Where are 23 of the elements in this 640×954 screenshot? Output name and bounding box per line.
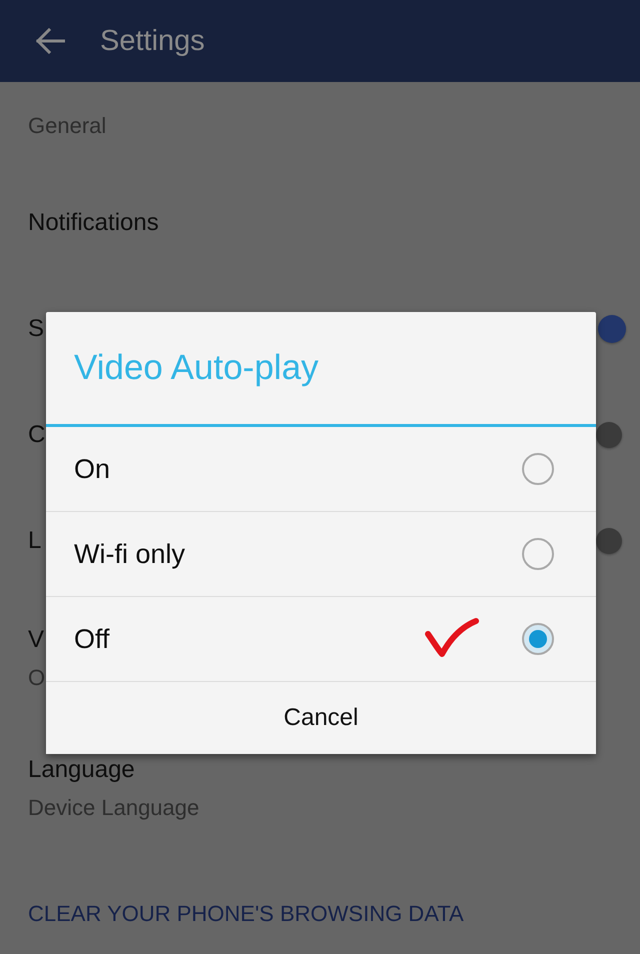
- section-header: General: [28, 112, 106, 140]
- setting-title[interactable]: S: [28, 314, 44, 344]
- setting-subtitle: Device Language: [28, 794, 200, 822]
- setting-title[interactable]: C: [28, 420, 46, 450]
- dialog-title: Video Auto-play: [74, 347, 319, 389]
- setting-title[interactable]: Language: [28, 755, 200, 785]
- toggle-switch[interactable]: [596, 528, 622, 554]
- option-label[interactable]: Off: [74, 623, 424, 655]
- clear-data-link[interactable]: CLEAR YOUR PHONE'S BROWSING DATA: [28, 900, 464, 928]
- radio-button[interactable]: [522, 453, 554, 485]
- setting-title[interactable]: V: [28, 625, 46, 655]
- back-icon[interactable]: [35, 28, 65, 54]
- cancel-button[interactable]: Cancel: [46, 682, 596, 754]
- option-label[interactable]: On: [74, 453, 522, 485]
- radio-button[interactable]: [522, 623, 554, 655]
- app-bar-title: Settings: [100, 24, 205, 58]
- toggle-switch[interactable]: [598, 315, 626, 343]
- option-label[interactable]: Wi-fi only: [74, 538, 522, 570]
- radio-button[interactable]: [522, 538, 554, 570]
- setting-title[interactable]: L: [28, 526, 42, 556]
- setting-subtitle: O: [28, 664, 46, 692]
- toggle-switch[interactable]: [596, 422, 622, 448]
- setting-title[interactable]: Notifications: [28, 208, 159, 238]
